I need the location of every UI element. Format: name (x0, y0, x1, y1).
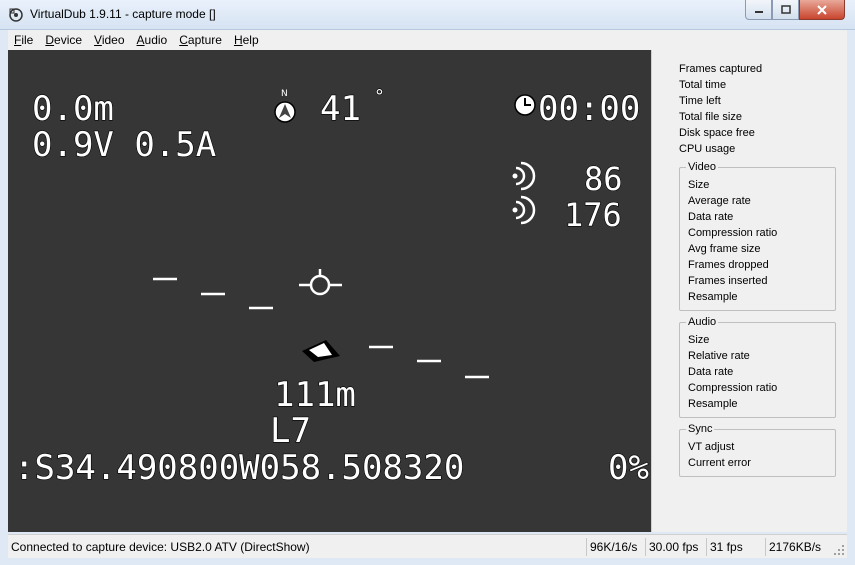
crosshair-icon (299, 269, 342, 296)
audio-compression-ratio: Compression ratio (688, 382, 778, 394)
osd-heading: 41 (320, 89, 361, 129)
osd-coordinates: :S34.490800W058.508320 (14, 448, 464, 488)
maximize-button[interactable] (772, 0, 799, 20)
audio-group: Audio Size Relative rate Data rate Compr… (679, 315, 836, 418)
menu-video-accel: V (94, 33, 102, 47)
status-data-rate: 2176KB/s (765, 538, 833, 556)
audio-size: Size (688, 334, 710, 346)
audio-resample: Resample (688, 398, 738, 410)
stat-time-left: Time left (679, 95, 721, 107)
status-target-fps: 30.00 fps (645, 538, 706, 556)
osd-line-label: L7 (270, 411, 311, 451)
sync-group-title: Sync (686, 422, 715, 436)
video-resample: Resample (688, 291, 738, 303)
video-avg-frame-size: Avg frame size (688, 243, 761, 255)
status-actual-fps: 31 fps (706, 538, 765, 556)
menu-file-label: ile (21, 33, 34, 47)
osd-altitude: 0.0m (32, 89, 114, 129)
audio-relative-rate: Relative rate (688, 350, 750, 362)
menu-device-accel: D (45, 33, 55, 47)
menu-capture-label: apture (187, 33, 222, 47)
stat-disk-space-free: Disk space free (679, 127, 755, 139)
video-group-title: Video (686, 160, 718, 174)
audio-group-title: Audio (686, 315, 719, 329)
menu-help-label: elp (242, 33, 259, 47)
capture-info-panel: Frames captured Total time Time left Tot… (651, 50, 847, 532)
osd-overlay: 0.0m 0.9V 0.5A N 41 ° 00:00 86 176 111m … (13, 85, 649, 488)
osd-distance: 111m (274, 375, 356, 415)
title-bar: VirtualDub 1.9.11 - capture mode [] (0, 0, 855, 30)
menu-audio-label: udio (144, 33, 168, 47)
osd-rssi-2: 176 (564, 196, 622, 234)
menu-help-accel: H (233, 33, 243, 47)
close-icon (817, 4, 827, 15)
sync-group: Sync VT adjust Current error (679, 422, 836, 477)
video-size: Size (688, 179, 710, 191)
compass-letter: N (281, 89, 288, 99)
menu-audio-accel: A (136, 33, 145, 47)
video-preview[interactable]: 0.0m 0.9V 0.5A N 41 ° 00:00 86 176 111m … (8, 50, 651, 532)
video-group: Video Size Average rate Data rate Compre… (679, 160, 836, 311)
home-arrow-icon (302, 340, 340, 362)
menu-bar: File Device Video Audio Capture Help (8, 30, 847, 50)
resize-grip-icon[interactable] (833, 544, 845, 556)
menu-device[interactable]: Device (39, 30, 88, 50)
status-audio-rate: 96K/16/s (586, 538, 645, 556)
status-device: Connected to capture device: USB2.0 ATV … (11, 540, 310, 554)
osd-battery: 0.9V 0.5A (32, 125, 216, 165)
sync-current-error: Current error (688, 457, 751, 469)
stat-total-time: Total time (679, 79, 727, 91)
sync-vt-adjust: VT adjust (688, 441, 735, 453)
minimize-button[interactable] (745, 0, 772, 20)
menu-capture[interactable]: Capture (173, 30, 228, 50)
menu-help[interactable]: Help (228, 30, 265, 50)
clock-icon (514, 94, 536, 116)
menu-device-label: evice (54, 33, 83, 47)
video-data-rate: Data rate (688, 211, 734, 223)
virtualdub-app-icon[interactable] (8, 7, 24, 23)
video-compression-ratio: Compression ratio (688, 227, 778, 239)
menu-video[interactable]: Video (88, 30, 130, 50)
video-frames-inserted: Frames inserted (688, 275, 768, 287)
menu-capture-accel: C (179, 33, 188, 47)
osd-timer: 00:00 (538, 89, 640, 129)
menu-audio[interactable]: Audio (131, 30, 174, 50)
status-bar: Connected to capture device: USB2.0 ATV … (8, 534, 847, 558)
menu-file[interactable]: File (8, 30, 39, 50)
audio-data-rate: Data rate (688, 366, 734, 378)
osd-right-edge: 0% (608, 448, 649, 488)
osd-rssi-1: 86 (584, 160, 623, 198)
video-average-rate: Average rate (688, 195, 751, 207)
stat-frames-captured: Frames captured (679, 63, 763, 75)
window-frame-right (847, 30, 855, 565)
osd-heading-degree: ° (374, 86, 385, 107)
compass-icon: N (274, 89, 296, 123)
close-button[interactable] (799, 0, 845, 20)
signal-icon (512, 161, 536, 191)
maximize-icon (780, 4, 791, 14)
stat-cpu-usage: CPU usage (679, 143, 736, 155)
signal-icon (512, 195, 536, 225)
menu-video-label: ideo (101, 33, 125, 47)
video-frames-dropped: Frames dropped (688, 259, 769, 271)
stat-total-file-size: Total file size (679, 111, 742, 123)
window-title: VirtualDub 1.9.11 - capture mode [] (30, 7, 216, 21)
minimize-icon (754, 10, 763, 13)
